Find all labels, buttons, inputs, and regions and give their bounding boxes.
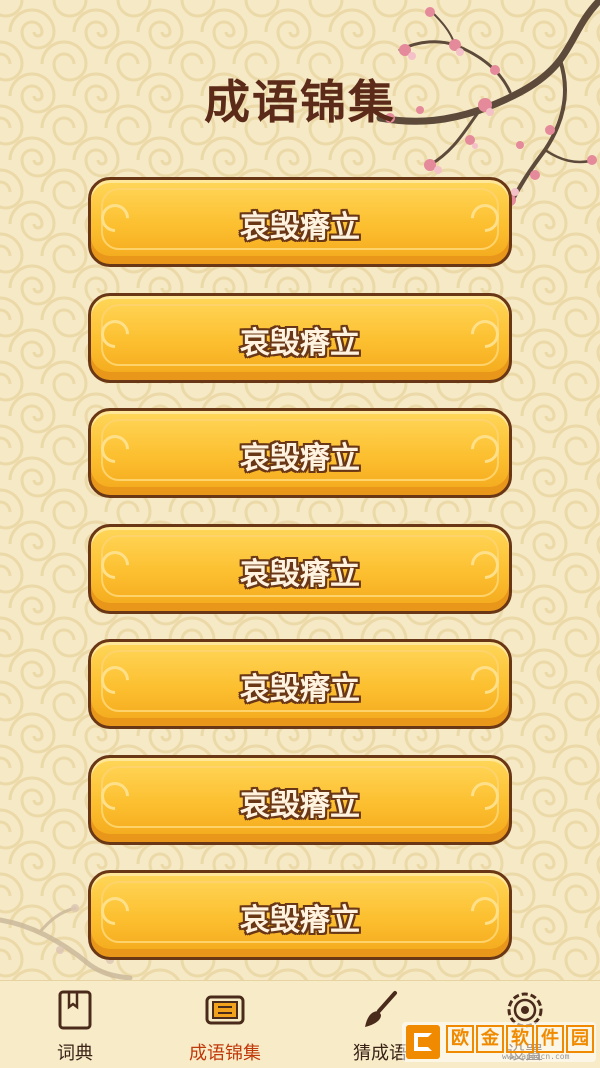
tab-idiom-collection[interactable]: 成语锦集 bbox=[170, 989, 280, 1065]
tab-label: 成语锦集 bbox=[189, 1043, 261, 1064]
idiom-label: 哀毁瘠立 bbox=[240, 787, 360, 823]
watermark-char: 金 bbox=[476, 1025, 504, 1053]
idiom-button[interactable]: 哀毁瘠立 bbox=[88, 408, 512, 498]
idiom-label: 哀毁瘠立 bbox=[240, 672, 360, 707]
idiom-button[interactable]: 哀毁瘠立 bbox=[88, 754, 512, 845]
idiom-label: 哀毁瘠立 bbox=[240, 903, 360, 938]
watermark-char: 软 bbox=[506, 1025, 534, 1053]
idiom-list: 哀毁瘠立 哀毁瘠立 哀毁瘠立 哀毁瘠立 哀毁瘠立 哀毁瘠立 哀毁瘠立 bbox=[88, 177, 512, 986]
watermark-char: 件 bbox=[536, 1025, 564, 1053]
scroll-icon bbox=[205, 995, 245, 1025]
watermark-char: 欧 bbox=[446, 1025, 474, 1053]
idiom-label: 哀毁瘠立 bbox=[240, 556, 360, 592]
watermark-text: 欧金软件园 bbox=[446, 1025, 596, 1053]
page-title: 成语锦集 bbox=[204, 75, 396, 129]
brush-icon bbox=[365, 991, 397, 1027]
watermark-char: 园 bbox=[566, 1025, 594, 1053]
book-icon bbox=[58, 990, 92, 1030]
watermark-logo-icon bbox=[406, 1025, 440, 1059]
idiom-button[interactable]: 哀毁瘠立 bbox=[88, 523, 512, 614]
idiom-label: 哀毁瘠立 bbox=[240, 325, 360, 361]
watermark-url: www.apeqcn.com bbox=[502, 1052, 570, 1061]
watermark: 欧金软件园 www.apeqcn.com bbox=[402, 1022, 596, 1062]
tab-label: 词典 bbox=[57, 1043, 93, 1064]
idiom-label: 哀毁瘠立 bbox=[240, 441, 360, 476]
idiom-button[interactable]: 哀毁瘠立 bbox=[88, 639, 512, 729]
idiom-button[interactable]: 哀毁瘠立 bbox=[88, 177, 512, 267]
idiom-label: 哀毁瘠立 bbox=[240, 210, 360, 245]
idiom-button[interactable]: 哀毁瘠立 bbox=[88, 292, 512, 383]
idiom-button[interactable]: 哀毁瘠立 bbox=[88, 870, 512, 960]
tab-dictionary[interactable]: 词典 bbox=[20, 989, 130, 1065]
